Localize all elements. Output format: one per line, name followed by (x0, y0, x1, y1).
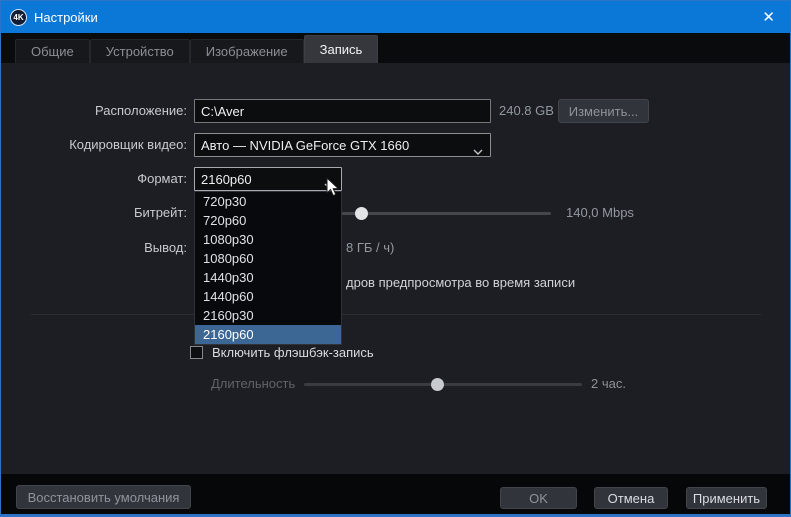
encoder-select[interactable]: Авто — NVIDIA GeForce GTX 1660 (194, 133, 491, 157)
format-option[interactable]: 720p30 (195, 192, 341, 211)
titlebar: 4K Настройки ✕ (1, 1, 790, 33)
bitrate-slider-thumb[interactable] (355, 207, 368, 220)
tab-device[interactable]: Устройство (89, 39, 190, 63)
location-label: Расположение: (95, 103, 187, 118)
output-value: 8 ГБ / ч) (346, 240, 395, 255)
format-option[interactable]: 1080p60 (195, 249, 341, 268)
cancel-button[interactable]: Отмена (594, 487, 668, 509)
duration-slider-thumb[interactable] (431, 378, 444, 391)
format-label: Формат: (137, 171, 187, 186)
free-space-text: 240.8 GB (499, 103, 554, 118)
flashback-label: Включить флэшбэк-запись (212, 345, 374, 360)
tab-bar: Общие Устройство Изображение Запись (1, 33, 790, 63)
record-settings-panel: Расположение: 240.8 GB Изменить... Кодир… (1, 63, 790, 474)
settings-window: 4K Настройки ✕ Общие Устройство Изображе… (0, 0, 791, 517)
window-title: Настройки (34, 9, 98, 25)
flashback-checkbox[interactable] (190, 346, 203, 359)
bitrate-label: Битрейт: (133, 205, 187, 220)
bitrate-value: 140,0 Mbps (566, 205, 634, 220)
mouse-cursor (326, 176, 340, 200)
duration-value: 2 час. (591, 376, 626, 391)
tab-record[interactable]: Запись (303, 35, 379, 63)
encoder-label: Кодировщик видео: (69, 137, 187, 152)
format-option[interactable]: 1080p30 (195, 230, 341, 249)
footer-bar: Восстановить умолчания OK Отмена Примени… (1, 474, 790, 514)
change-location-button[interactable]: Изменить... (558, 99, 649, 123)
location-input[interactable] (194, 99, 491, 123)
tab-image[interactable]: Изображение (189, 39, 304, 63)
format-select[interactable]: 2160p60 (194, 167, 342, 191)
apply-button[interactable]: Применить (686, 487, 767, 509)
format-value: 2160p60 (201, 171, 252, 187)
format-option[interactable]: 1440p60 (195, 287, 341, 306)
encoder-value: Авто — NVIDIA GeForce GTX 1660 (201, 137, 410, 153)
format-option-selected[interactable]: 2160p60 (195, 325, 341, 344)
format-option[interactable]: 1440p30 (195, 268, 341, 287)
app-logo-icon: 4K (10, 8, 27, 26)
ok-button[interactable]: OK (500, 487, 577, 509)
duration-label: Длительность (211, 376, 296, 391)
format-option[interactable]: 2160p30 (195, 306, 341, 325)
chevron-down-icon (473, 143, 483, 158)
restore-defaults-button[interactable]: Восстановить умолчания (16, 485, 191, 509)
separator (31, 314, 761, 315)
preview-fps-label: дров предпросмотра во время записи (346, 275, 576, 290)
format-dropdown-list: 720p30 720p60 1080p30 1080p60 1440p30 14… (194, 191, 342, 345)
output-label: Вывод: (144, 240, 187, 255)
format-option[interactable]: 720p60 (195, 211, 341, 230)
tab-general[interactable]: Общие (15, 39, 90, 63)
close-button[interactable]: ✕ (758, 1, 779, 33)
